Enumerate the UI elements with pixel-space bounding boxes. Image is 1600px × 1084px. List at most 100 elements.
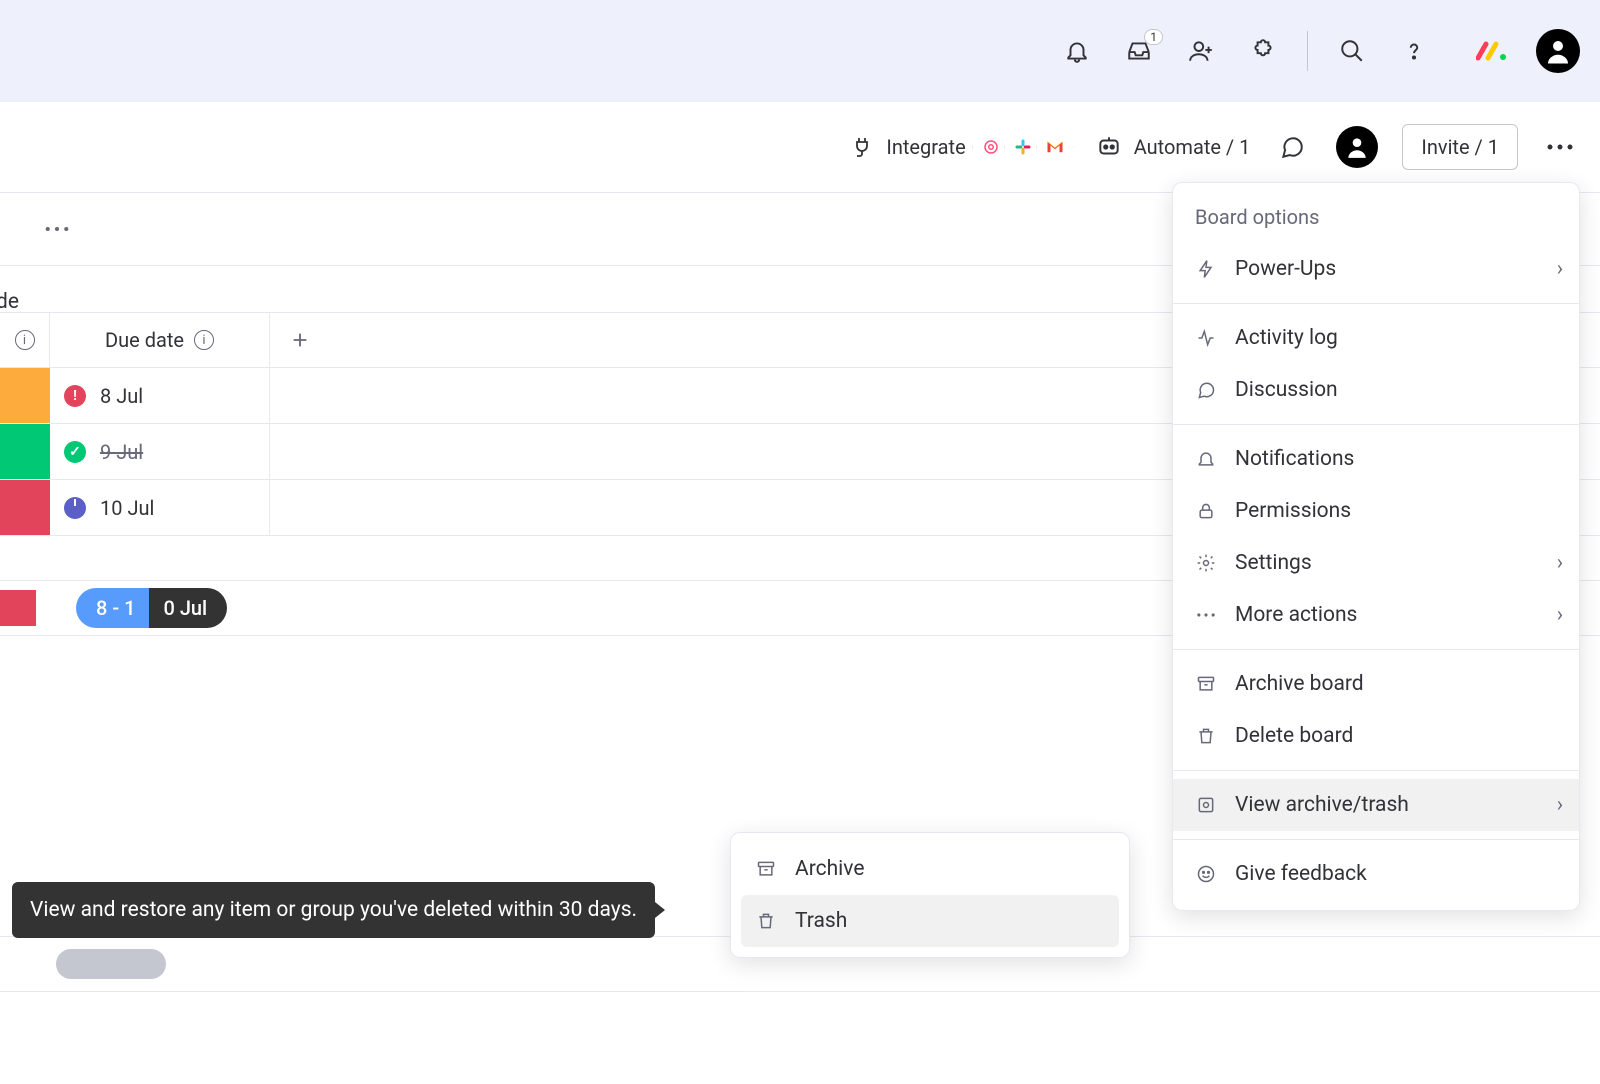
menu-item-label: Settings — [1235, 551, 1312, 575]
menu-item-view-archive-trash[interactable]: View archive/trash › — [1173, 779, 1579, 831]
menu-item-feedback[interactable]: Give feedback — [1173, 848, 1579, 900]
info-icon: i — [194, 330, 214, 350]
automate-label: Automate / 1 — [1134, 135, 1251, 159]
chat-icon[interactable] — [1272, 127, 1312, 167]
duedate-header-label: Due date — [105, 328, 184, 352]
menu-separator — [1173, 770, 1579, 771]
tooltip: View and restore any item or group you'v… — [12, 882, 655, 938]
partial-tab-label: de — [0, 290, 19, 314]
trash-icon — [1195, 725, 1217, 747]
menu-item-archive-board[interactable]: Archive board — [1173, 658, 1579, 710]
tooltip-text: View and restore any item or group you'v… — [30, 898, 637, 922]
menu-title: Board options — [1173, 205, 1579, 243]
menu-item-label: Give feedback — [1235, 862, 1367, 886]
menu-item-label: Permissions — [1235, 499, 1351, 523]
menu-separator — [1173, 303, 1579, 304]
top-nav: 1 — [0, 0, 1600, 102]
menu-item-label: More actions — [1235, 603, 1357, 627]
duedate-cell[interactable]: ✓ 9 Jul — [50, 424, 270, 479]
menu-separator — [1173, 424, 1579, 425]
archive-trash-submenu: Archive Trash — [730, 832, 1130, 958]
board-options-menu: Board options Power-Ups › Activity log D… — [1172, 182, 1580, 911]
invite-user-icon[interactable] — [1183, 33, 1219, 69]
menu-item-label: Discussion — [1235, 378, 1338, 402]
warning-icon: ! — [64, 385, 86, 407]
search-icon[interactable] — [1334, 33, 1370, 69]
menu-separator — [1173, 839, 1579, 840]
inbox-icon[interactable]: 1 — [1121, 33, 1157, 69]
lightning-icon — [1195, 258, 1217, 280]
menu-item-settings[interactable]: Settings › — [1173, 537, 1579, 589]
submenu-item-trash[interactable]: Trash — [741, 895, 1119, 947]
menu-item-label: Delete board — [1235, 724, 1353, 748]
menu-item-label: Notifications — [1235, 447, 1354, 471]
info-icon: i — [15, 330, 35, 350]
menu-item-label: Power-Ups — [1235, 257, 1336, 281]
summary-status-swatch — [0, 590, 36, 626]
archive-icon — [755, 858, 777, 880]
help-icon[interactable] — [1396, 33, 1432, 69]
invite-label: Invite / 1 — [1421, 135, 1499, 159]
submenu-item-archive[interactable]: Archive — [741, 843, 1119, 895]
bell-icon[interactable] — [1059, 33, 1095, 69]
duedate-cell[interactable]: ! 8 Jul — [50, 368, 270, 423]
chat-icon — [1195, 379, 1217, 401]
submenu-item-label: Archive — [795, 857, 864, 881]
member-avatar[interactable] — [1334, 124, 1380, 170]
clock-icon — [64, 497, 86, 519]
integration-icons — [978, 126, 1074, 168]
duedate-value: 10 Jul — [100, 496, 154, 520]
user-avatar[interactable] — [1536, 29, 1580, 73]
lock-icon — [1195, 500, 1217, 522]
topbar-divider — [1307, 31, 1308, 71]
integrate-button[interactable]: Integrate — [850, 126, 1073, 168]
status-column-header[interactable]: i — [0, 313, 50, 367]
chevron-right-icon: › — [1557, 257, 1563, 281]
menu-item-activity[interactable]: Activity log — [1173, 312, 1579, 364]
status-cell[interactable] — [0, 424, 50, 479]
status-cell[interactable] — [0, 480, 50, 535]
menu-item-label: View archive/trash — [1235, 793, 1409, 817]
inbox-badge: 1 — [1144, 29, 1163, 45]
menu-item-delete-board[interactable]: Delete board — [1173, 710, 1579, 762]
folder-icon — [1195, 794, 1217, 816]
duedate-cell[interactable]: 10 Jul — [50, 480, 270, 535]
smile-icon — [1195, 863, 1217, 885]
menu-item-more-actions[interactable]: More actions › — [1173, 589, 1579, 641]
puzzle-icon[interactable] — [1245, 33, 1281, 69]
chevron-right-icon: › — [1557, 793, 1563, 817]
menu-item-permissions[interactable]: Permissions — [1173, 485, 1579, 537]
automate-button[interactable]: Automate / 1 — [1096, 134, 1251, 160]
chevron-right-icon: › — [1557, 603, 1563, 627]
submenu-item-label: Trash — [795, 909, 847, 933]
view-options-button[interactable] — [44, 225, 70, 233]
board-menu-button[interactable] — [1540, 127, 1580, 167]
menu-item-label: Activity log — [1235, 326, 1338, 350]
integrate-label: Integrate — [886, 135, 965, 159]
date-range-pill[interactable]: 8 - 1 0 Jul — [76, 588, 227, 628]
invite-button[interactable]: Invite / 1 — [1402, 124, 1518, 170]
menu-item-discussion[interactable]: Discussion — [1173, 364, 1579, 416]
menu-item-notifications[interactable]: Notifications — [1173, 433, 1579, 485]
activity-icon — [1195, 327, 1217, 349]
bell-icon — [1195, 448, 1217, 470]
check-icon: ✓ — [64, 441, 86, 463]
gear-icon — [1195, 552, 1217, 574]
status-cell[interactable] — [0, 368, 50, 423]
trash-icon — [755, 910, 777, 932]
archive-icon — [1195, 673, 1217, 695]
skeleton-pill — [56, 949, 166, 979]
chevron-right-icon: › — [1557, 551, 1563, 575]
menu-item-powerups[interactable]: Power-Ups › — [1173, 243, 1579, 295]
board-toolbar: Integrate Automate / 1 Invite / 1 — [0, 102, 1600, 192]
pill-right: 0 Jul — [149, 588, 227, 628]
pill-left: 8 - 1 — [76, 588, 149, 628]
duedate-value: 9 Jul — [100, 440, 143, 464]
add-column-button[interactable] — [270, 313, 330, 367]
dots-icon — [1195, 604, 1217, 626]
menu-item-label: Archive board — [1235, 672, 1364, 696]
product-logo — [1458, 38, 1510, 64]
menu-separator — [1173, 649, 1579, 650]
duedate-column-header[interactable]: Due date i — [50, 313, 270, 367]
duedate-value: 8 Jul — [100, 384, 143, 408]
